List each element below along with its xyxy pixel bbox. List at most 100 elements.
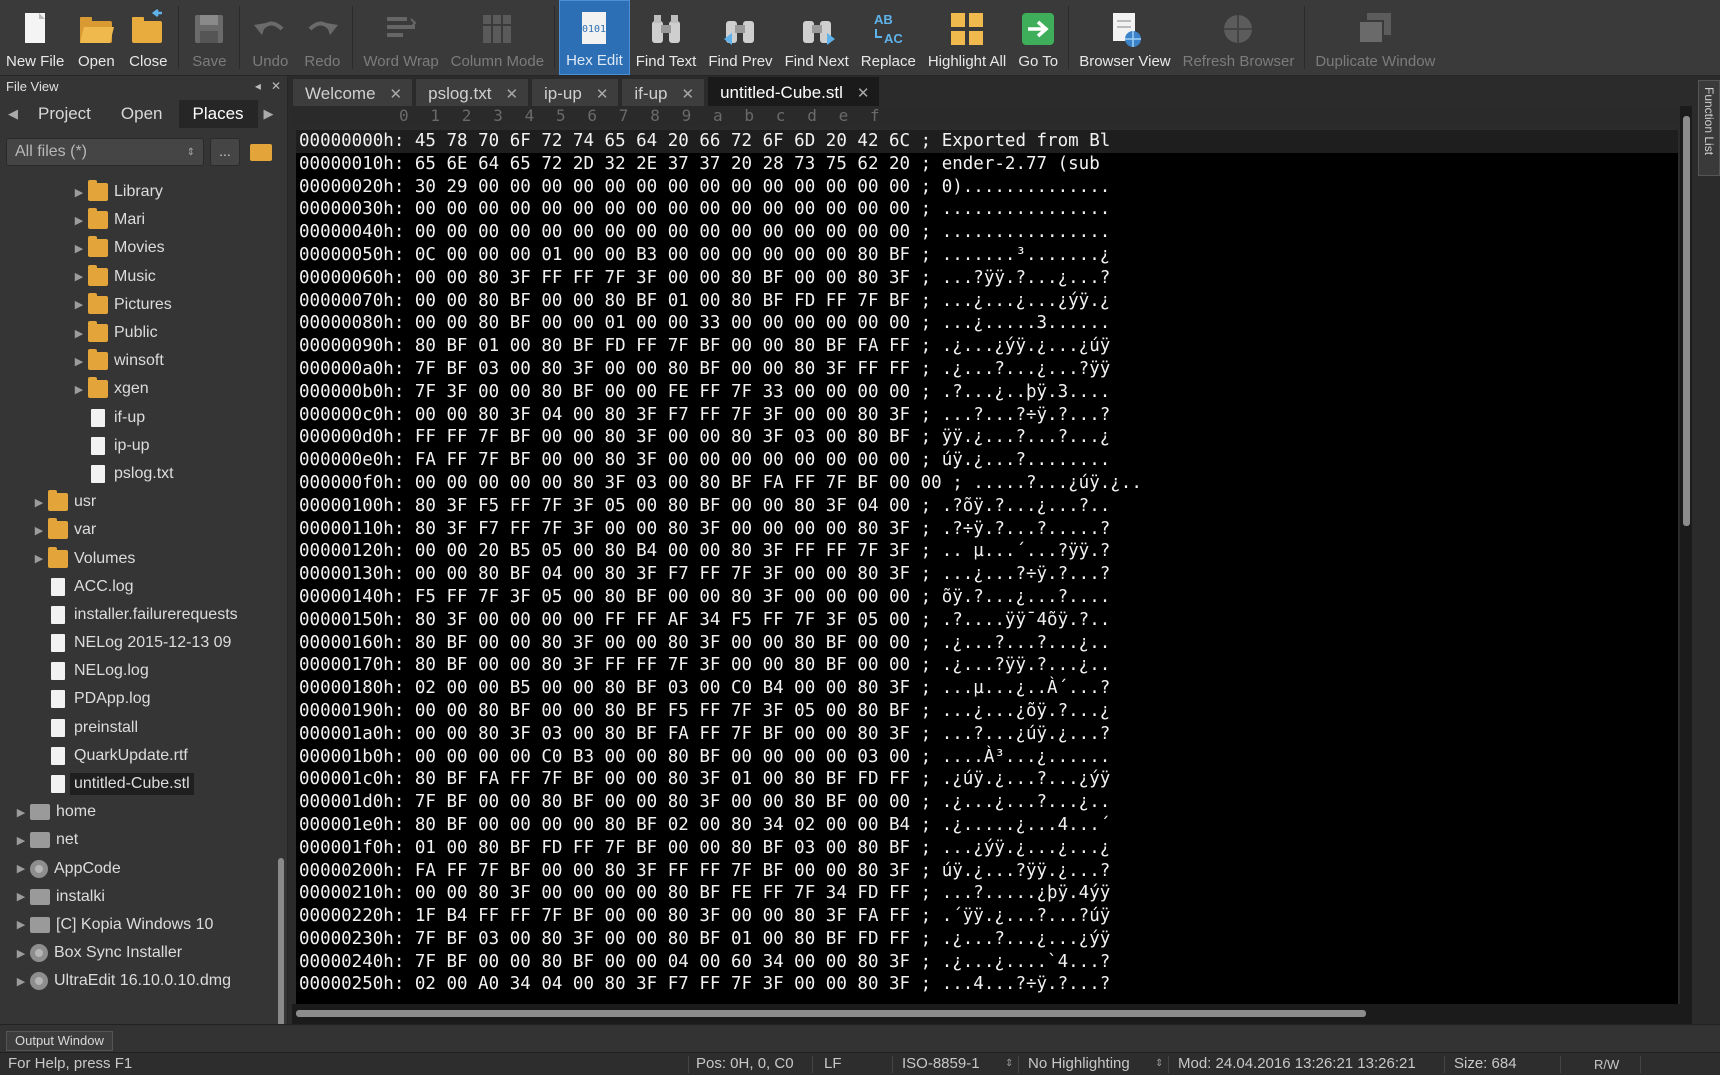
hex-row[interactable]: 000001c0h: 80 BF FA FF 7F BF 00 00 80 3F…	[296, 768, 1678, 791]
expand-arrow-icon[interactable]: ▶	[12, 862, 30, 875]
close-tab-icon[interactable]: ✕	[505, 85, 518, 103]
browser-view-button[interactable]: Browser View	[1073, 0, 1176, 75]
hex-row[interactable]: 00000130h: 00 00 80 BF 04 00 80 3F F7 FF…	[296, 563, 1678, 586]
refresh-browser-button[interactable]: Refresh Browser	[1177, 0, 1301, 75]
redo-button[interactable]: Redo	[296, 0, 348, 75]
scrollbar-thumb[interactable]	[1683, 116, 1690, 526]
hex-row[interactable]: 000000e0h: FA FF 7F BF 00 00 80 3F 00 00…	[296, 449, 1678, 472]
duplicate-window-button[interactable]: Duplicate Window	[1309, 0, 1441, 75]
tree-item[interactable]: ▶ Volumes	[0, 544, 276, 572]
tree-item[interactable]: untitled-Cube.stl	[0, 770, 276, 798]
hex-row[interactable]: 00000050h: 0C 00 00 00 01 00 00 B3 00 00…	[296, 244, 1678, 267]
tree-item[interactable]: ▶ var	[0, 516, 276, 544]
status-line-ending[interactable]: LF	[824, 1055, 842, 1072]
find-prev-button[interactable]: Find Prev	[702, 0, 778, 75]
tree-item[interactable]: ▶ Music	[0, 263, 276, 291]
tree-item[interactable]: preinstall	[0, 714, 276, 742]
hex-row[interactable]: 000001a0h: 00 00 80 3F 03 00 80 BF FA FF…	[296, 723, 1678, 746]
hex-row[interactable]: 00000210h: 00 00 80 3F 00 00 00 00 80 BF…	[296, 882, 1678, 905]
expand-arrow-icon[interactable]: ▶	[12, 806, 30, 819]
hex-editor[interactable]: 00000000h: 45 78 70 6F 72 74 65 64 20 66…	[296, 130, 1678, 1012]
hex-row[interactable]: 000000b0h: 7F 3F 00 00 80 BF 00 00 FE FF…	[296, 381, 1678, 404]
document-tab[interactable]: ip-up ✕	[531, 78, 620, 106]
close-tab-icon[interactable]: ✕	[596, 85, 609, 103]
tree-item[interactable]: ▶ Public	[0, 319, 276, 347]
editor-horizontal-scrollbar[interactable]	[292, 1004, 1680, 1024]
tabs-scroll-left-icon[interactable]: ◀	[4, 106, 22, 122]
expand-arrow-icon[interactable]: ▶	[30, 552, 48, 565]
expand-arrow-icon[interactable]: ▶	[12, 975, 30, 988]
hex-row[interactable]: 00000070h: 00 00 80 BF 00 00 80 BF 01 00…	[296, 290, 1678, 313]
go-to-button[interactable]: Go To	[1012, 0, 1064, 75]
hex-row[interactable]: 00000140h: F5 FF 7F 3F 05 00 80 BF 00 00…	[296, 586, 1678, 609]
expand-arrow-icon[interactable]: ▶	[12, 918, 30, 931]
expand-arrow-icon[interactable]: ▶	[12, 890, 30, 903]
hex-row[interactable]: 00000010h: 65 6E 64 65 72 2D 32 2E 37 37…	[296, 153, 1678, 176]
tab-project[interactable]: Project	[24, 100, 105, 128]
save-button[interactable]: Save	[183, 0, 235, 75]
hex-row[interactable]: 000001f0h: 01 00 80 BF FD FF 7F BF 00 00…	[296, 837, 1678, 860]
hex-row[interactable]: 00000170h: 80 BF 00 00 80 3F FF FF 7F 3F…	[296, 654, 1678, 677]
tree-item[interactable]: ▶ winsoft	[0, 347, 276, 375]
folder-icon[interactable]	[250, 143, 272, 161]
document-tab[interactable]: Welcome ✕	[292, 78, 414, 106]
tree-item[interactable]: ▶ Pictures	[0, 291, 276, 319]
tree-item[interactable]: pslog.txt	[0, 460, 276, 488]
document-tab[interactable]: if-up ✕	[621, 78, 706, 106]
expand-arrow-icon[interactable]: ▶	[70, 242, 88, 255]
replace-button[interactable]: AB AC Replace	[855, 0, 922, 75]
hex-row[interactable]: 000000a0h: 7F BF 03 00 80 3F 00 00 80 BF…	[296, 358, 1678, 381]
tree-item[interactable]: ▶ [C] Kopia Windows 10	[0, 911, 276, 939]
hex-row[interactable]: 000000d0h: FF FF 7F BF 00 00 80 3F 00 00…	[296, 426, 1678, 449]
editor-vertical-scrollbar[interactable]	[1680, 106, 1692, 1024]
expand-arrow-icon[interactable]: ▶	[70, 383, 88, 396]
status-highlighting[interactable]: No Highlighting	[1028, 1055, 1130, 1072]
hex-row[interactable]: 00000200h: FA FF 7F BF 00 00 80 3F FF FF…	[296, 860, 1678, 883]
hex-row[interactable]: 00000100h: 80 3F F5 FF 7F 3F 05 00 80 BF…	[296, 495, 1678, 518]
close-panel-icon[interactable]: ✕	[271, 79, 281, 93]
hex-edit-button[interactable]: 0101 Hex Edit	[559, 0, 630, 75]
tab-open[interactable]: Open	[107, 100, 177, 128]
open-button[interactable]: Open	[70, 0, 122, 75]
hex-row[interactable]: 00000190h: 00 00 80 BF 00 00 80 BF F5 FF…	[296, 700, 1678, 723]
tab-places[interactable]: Places	[178, 100, 258, 128]
pin-panel-icon[interactable]: ◂	[255, 79, 261, 93]
document-tab[interactable]: pslog.txt ✕	[415, 78, 530, 106]
close-button[interactable]: Close	[122, 0, 174, 75]
hex-row[interactable]: 00000220h: 1F B4 FF FF 7F BF 00 00 80 3F…	[296, 905, 1678, 928]
tree-item[interactable]: ACC.log	[0, 573, 276, 601]
tree-item[interactable]: ▶ Movies	[0, 234, 276, 262]
tree-item[interactable]: ▶ AppCode	[0, 855, 276, 883]
hex-row[interactable]: 00000230h: 7F BF 03 00 80 3F 00 00 80 BF…	[296, 928, 1678, 951]
expand-arrow-icon[interactable]: ▶	[12, 947, 30, 960]
status-encoding[interactable]: ISO-8859-1	[902, 1055, 980, 1072]
tree-item[interactable]: if-up	[0, 404, 276, 432]
tree-item[interactable]: ▶ Library	[0, 178, 276, 206]
hex-row[interactable]: 00000080h: 00 00 80 BF 00 00 01 00 00 33…	[296, 312, 1678, 335]
close-tab-icon[interactable]: ✕	[857, 84, 870, 102]
tree-item[interactable]: ▶ home	[0, 798, 276, 826]
tree-item[interactable]: NELog 2015-12-13 09	[0, 629, 276, 657]
hex-row[interactable]: 00000160h: 80 BF 00 00 80 3F 00 00 80 3F…	[296, 632, 1678, 655]
tree-item[interactable]: PDApp.log	[0, 685, 276, 713]
expand-arrow-icon[interactable]: ▶	[12, 834, 30, 847]
find-text-button[interactable]: Find Text	[630, 0, 703, 75]
close-tab-icon[interactable]: ✕	[681, 85, 694, 103]
hex-row[interactable]: 00000120h: 00 00 20 B5 05 00 80 B4 00 00…	[296, 540, 1678, 563]
tree-item[interactable]: ▶ Mari	[0, 206, 276, 234]
tree-item[interactable]: ▶ net	[0, 826, 276, 854]
expand-arrow-icon[interactable]: ▶	[30, 524, 48, 537]
close-tab-icon[interactable]: ✕	[390, 85, 403, 103]
expand-arrow-icon[interactable]: ▶	[30, 496, 48, 509]
expand-arrow-icon[interactable]: ▶	[70, 355, 88, 368]
hex-row[interactable]: 000001b0h: 00 00 00 00 C0 B3 00 00 80 BF…	[296, 746, 1678, 769]
hex-row[interactable]: 00000180h: 02 00 00 B5 00 00 80 BF 03 00…	[296, 677, 1678, 700]
hex-row[interactable]: 00000040h: 00 00 00 00 00 00 00 00 00 00…	[296, 221, 1678, 244]
tree-item[interactable]: ▶ xgen	[0, 375, 276, 403]
scrollbar-thumb[interactable]	[296, 1010, 1366, 1017]
hex-row[interactable]: 000000c0h: 00 00 80 3F 04 00 80 3F F7 FF…	[296, 404, 1678, 427]
hex-row[interactable]: 00000110h: 80 3F F7 FF 7F 3F 00 00 80 3F…	[296, 518, 1678, 541]
tree-item[interactable]: ▶ instalki	[0, 883, 276, 911]
tree-item[interactable]: ip-up	[0, 432, 276, 460]
output-window-tab[interactable]: Output Window	[6, 1031, 113, 1051]
